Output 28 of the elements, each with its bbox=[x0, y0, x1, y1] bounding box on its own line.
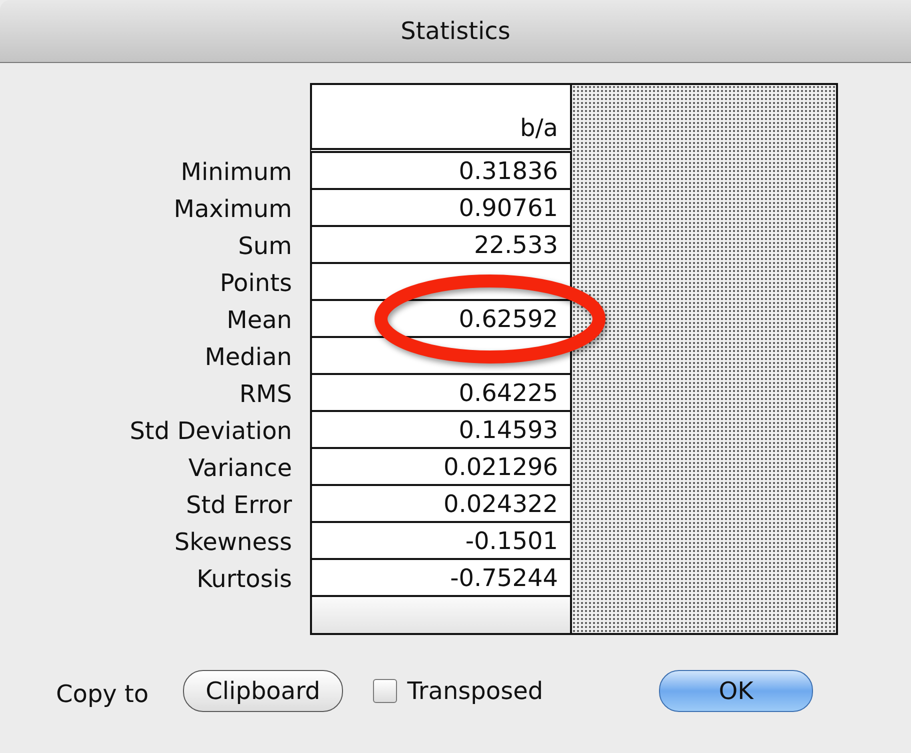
ok-button[interactable]: OK bbox=[659, 670, 814, 712]
table-cell: 0.64225 bbox=[310, 375, 572, 412]
table-cell: 22.533 bbox=[310, 227, 572, 264]
row-label: Kurtosis bbox=[196, 564, 293, 592]
column-header: b/a bbox=[310, 83, 572, 153]
table-cell: 0.14593 bbox=[310, 412, 572, 449]
table-cell: 0.62592 bbox=[310, 301, 572, 338]
row-label: RMS bbox=[239, 380, 293, 408]
table-cell: -0.75244 bbox=[310, 560, 572, 597]
row-label: Std Error bbox=[186, 490, 293, 518]
table-cell: 0.31836 bbox=[310, 153, 572, 190]
row-label: Std Deviation bbox=[130, 416, 293, 444]
row-label: Mean bbox=[226, 306, 293, 334]
window-title: Statistics bbox=[400, 17, 510, 45]
row-label: Skewness bbox=[174, 528, 293, 556]
row-label: Minimum bbox=[180, 158, 293, 186]
table-cell: 0.90761 bbox=[310, 190, 572, 227]
row-label: Sum bbox=[238, 232, 293, 260]
copy-to-label: Copy to bbox=[56, 680, 149, 708]
transposed-label[interactable]: Transposed bbox=[407, 677, 544, 705]
row-label: Points bbox=[220, 268, 293, 296]
row-label: Variance bbox=[188, 454, 293, 482]
clipboard-button[interactable]: Clipboard bbox=[182, 670, 344, 712]
table-cell: 0.024322 bbox=[310, 486, 572, 523]
table-cell: -0.1501 bbox=[310, 523, 572, 560]
row-label: Maximum bbox=[174, 194, 293, 222]
row-label: Median bbox=[204, 342, 293, 370]
table-cell: 0.021296 bbox=[310, 449, 572, 486]
